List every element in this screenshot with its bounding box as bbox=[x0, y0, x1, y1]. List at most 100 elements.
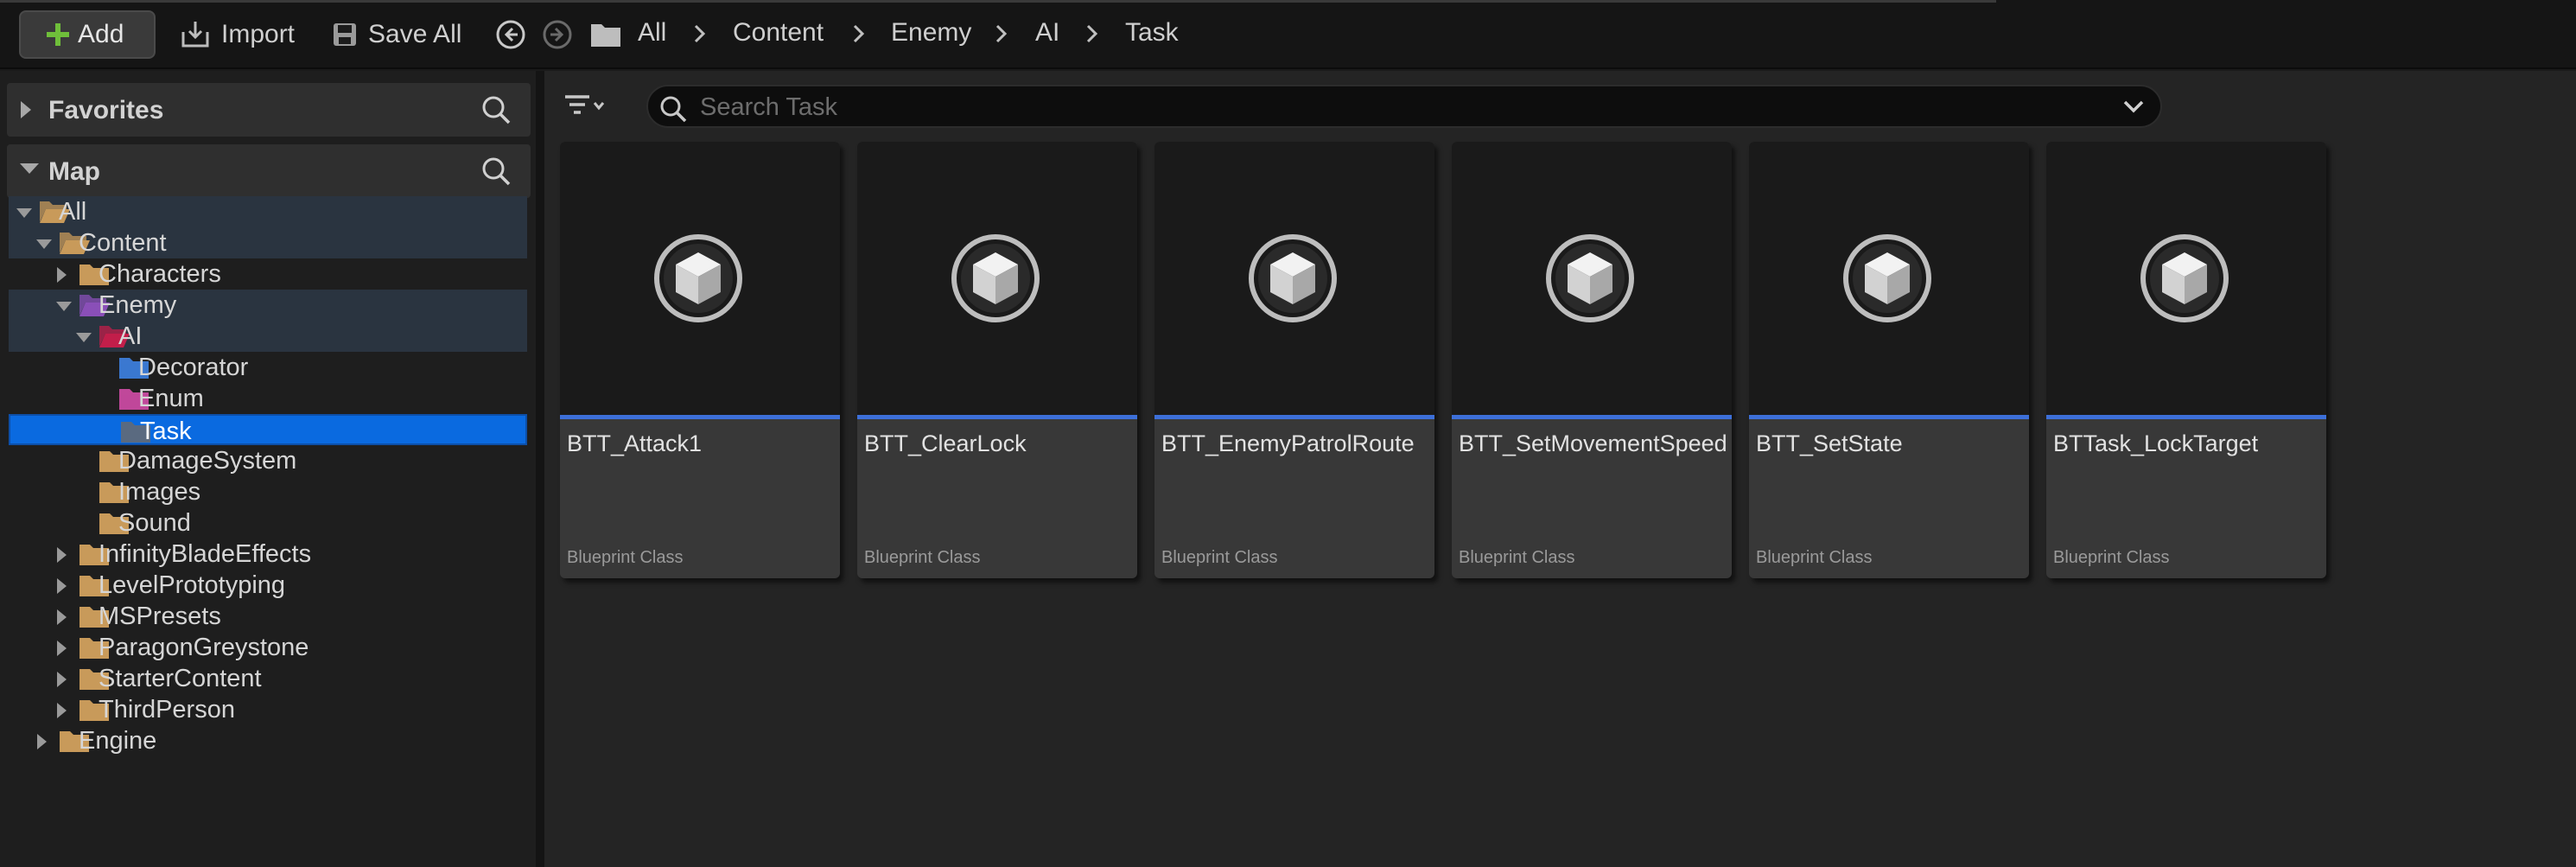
add-button[interactable]: Add bbox=[19, 10, 156, 59]
asset-thumbnail bbox=[2046, 142, 2326, 415]
tree-item-label: StarterContent bbox=[99, 665, 262, 692]
asset-type: Blueprint Class bbox=[864, 548, 981, 567]
tree-item-label: MSPresets bbox=[99, 602, 221, 630]
asset-type: Blueprint Class bbox=[1459, 548, 1575, 567]
tree-item-label: Decorator bbox=[138, 354, 249, 381]
asset-tile[interactable]: BTT_SetState Blueprint Class bbox=[1749, 142, 2029, 578]
search-input[interactable] bbox=[700, 92, 2083, 123]
chevron-right-icon[interactable] bbox=[55, 609, 67, 630]
breadcrumb-enemy[interactable]: Enemy bbox=[891, 18, 971, 48]
tree-item-label: AI bbox=[118, 322, 143, 350]
back-arrow-icon[interactable] bbox=[495, 19, 526, 50]
breadcrumb-ai[interactable]: AI bbox=[1035, 18, 1059, 48]
tree-item-decorator[interactable]: Decorator bbox=[9, 352, 527, 383]
asset-tile[interactable]: BTT_ClearLock Blueprint Class bbox=[857, 142, 1137, 578]
chevron-right-icon[interactable] bbox=[19, 100, 33, 124]
plus-icon bbox=[45, 22, 71, 48]
save-all-label: Save All bbox=[368, 20, 462, 48]
asset-name: BTT_SetMovementSpeed bbox=[1459, 430, 1727, 456]
chevron-down-icon[interactable] bbox=[2122, 99, 2145, 118]
folder-icon[interactable] bbox=[589, 21, 622, 53]
chevron-right-icon[interactable] bbox=[1086, 24, 1098, 48]
chevron-right-icon[interactable] bbox=[55, 546, 67, 568]
toolbar: Add Import Save All All Content Enemy AI… bbox=[0, 0, 2576, 69]
chevron-right-icon[interactable] bbox=[55, 671, 67, 692]
tree-item-content[interactable]: Content bbox=[9, 227, 527, 258]
tree-item-label: LevelPrototyping bbox=[99, 571, 286, 599]
tree-item-enum[interactable]: Enum bbox=[9, 383, 527, 414]
asset-tile[interactable]: BTT_SetMovementSpeed Blueprint Class bbox=[1452, 142, 1732, 578]
chevron-right-icon[interactable] bbox=[55, 577, 67, 599]
search-icon bbox=[658, 94, 688, 128]
chevron-right-icon[interactable] bbox=[55, 266, 67, 288]
chevron-right-icon[interactable] bbox=[35, 733, 48, 755]
asset-type-bar bbox=[2046, 415, 2326, 419]
asset-name: BTT_SetState bbox=[1756, 430, 1903, 456]
asset-type: Blueprint Class bbox=[567, 548, 684, 567]
tree-item-thirdperson[interactable]: ThirdPerson bbox=[9, 694, 527, 725]
chevron-right-icon[interactable] bbox=[853, 24, 865, 48]
asset-tile[interactable]: BTT_Attack1 Blueprint Class bbox=[560, 142, 840, 578]
chevron-right-icon[interactable] bbox=[995, 24, 1008, 48]
chevron-right-icon[interactable] bbox=[55, 640, 67, 661]
import-icon bbox=[180, 20, 211, 49]
tree-item-paragongreystone[interactable]: ParagonGreystone bbox=[9, 632, 527, 663]
asset-type-bar bbox=[1749, 415, 2029, 419]
asset-type-bar bbox=[1452, 415, 1732, 419]
breadcrumb-all[interactable]: All bbox=[638, 18, 666, 48]
tree-item-all[interactable]: All bbox=[9, 196, 527, 227]
tree-item-label: Images bbox=[118, 478, 201, 506]
map-header[interactable]: Map bbox=[7, 144, 531, 198]
asset-name: BTT_Attack1 bbox=[567, 430, 703, 456]
tree-item-images[interactable]: Images bbox=[9, 476, 527, 507]
search-icon[interactable] bbox=[480, 156, 512, 191]
chevron-down-icon[interactable] bbox=[55, 300, 73, 316]
tree-item-mspresets[interactable]: MSPresets bbox=[9, 601, 527, 632]
panel-splitter[interactable] bbox=[536, 71, 544, 867]
save-all-button[interactable]: Save All bbox=[332, 10, 461, 59]
filter-icon[interactable] bbox=[563, 93, 605, 124]
import-button[interactable]: Import bbox=[180, 10, 295, 59]
breadcrumb-content[interactable]: Content bbox=[733, 18, 824, 48]
chevron-down-icon[interactable] bbox=[35, 238, 53, 254]
asset-tile[interactable]: BTTask_LockTarget Blueprint Class bbox=[2046, 142, 2326, 578]
search-icon[interactable] bbox=[480, 94, 512, 130]
asset-type-bar bbox=[1154, 415, 1434, 419]
tree-item-levelprototyping[interactable]: LevelPrototyping bbox=[9, 570, 527, 601]
asset-view: BTT_Attack1Blueprint ClassBTT_ClearLockB… bbox=[544, 71, 2576, 867]
tree-item-engine[interactable]: Engine bbox=[9, 725, 527, 756]
asset-type-bar bbox=[857, 415, 1137, 419]
search-bar bbox=[646, 85, 2162, 128]
tree-item-task[interactable]: Task bbox=[9, 414, 527, 445]
asset-type: Blueprint Class bbox=[1161, 548, 1278, 567]
favorites-header[interactable]: Favorites bbox=[7, 83, 531, 137]
tree-item-label: DamageSystem bbox=[118, 447, 297, 475]
breadcrumb-task[interactable]: Task bbox=[1125, 18, 1179, 48]
tree-item-enemy[interactable]: Enemy bbox=[9, 290, 527, 321]
tree-item-label: InfinityBladeEffects bbox=[99, 540, 312, 568]
chevron-down-icon[interactable] bbox=[16, 207, 33, 223]
asset-tile[interactable]: BTT_EnemyPatrolRoute Blueprint Class bbox=[1154, 142, 1434, 578]
tree-item-label: ThirdPerson bbox=[99, 696, 235, 724]
chevron-right-icon[interactable] bbox=[55, 702, 67, 724]
tree-item-startercontent[interactable]: StarterContent bbox=[9, 663, 527, 694]
tree-item-ai[interactable]: AI bbox=[9, 321, 527, 352]
chevron-right-icon[interactable] bbox=[694, 24, 706, 48]
tree-item-infinitybladeeffects[interactable]: InfinityBladeEffects bbox=[9, 539, 527, 570]
tree-item-characters[interactable]: Characters bbox=[9, 258, 527, 290]
asset-type-bar bbox=[560, 415, 840, 419]
tree-item-label: Content bbox=[79, 229, 167, 257]
asset-thumbnail bbox=[1749, 142, 2029, 415]
asset-name: BTT_ClearLock bbox=[864, 430, 1027, 456]
forward-arrow-icon[interactable] bbox=[542, 19, 573, 50]
add-label: Add bbox=[78, 20, 124, 48]
tree-item-damagesystem[interactable]: DamageSystem bbox=[9, 445, 527, 476]
chevron-down-icon[interactable] bbox=[75, 331, 92, 347]
save-icon bbox=[332, 22, 358, 48]
asset-name: BTTask_LockTarget bbox=[2053, 430, 2259, 456]
asset-type: Blueprint Class bbox=[1756, 548, 1873, 567]
tree-item-label: Characters bbox=[99, 260, 221, 288]
chevron-down-icon[interactable] bbox=[19, 162, 40, 180]
tree-item-sound[interactable]: Sound bbox=[9, 507, 527, 539]
map-title: Map bbox=[48, 157, 100, 186]
